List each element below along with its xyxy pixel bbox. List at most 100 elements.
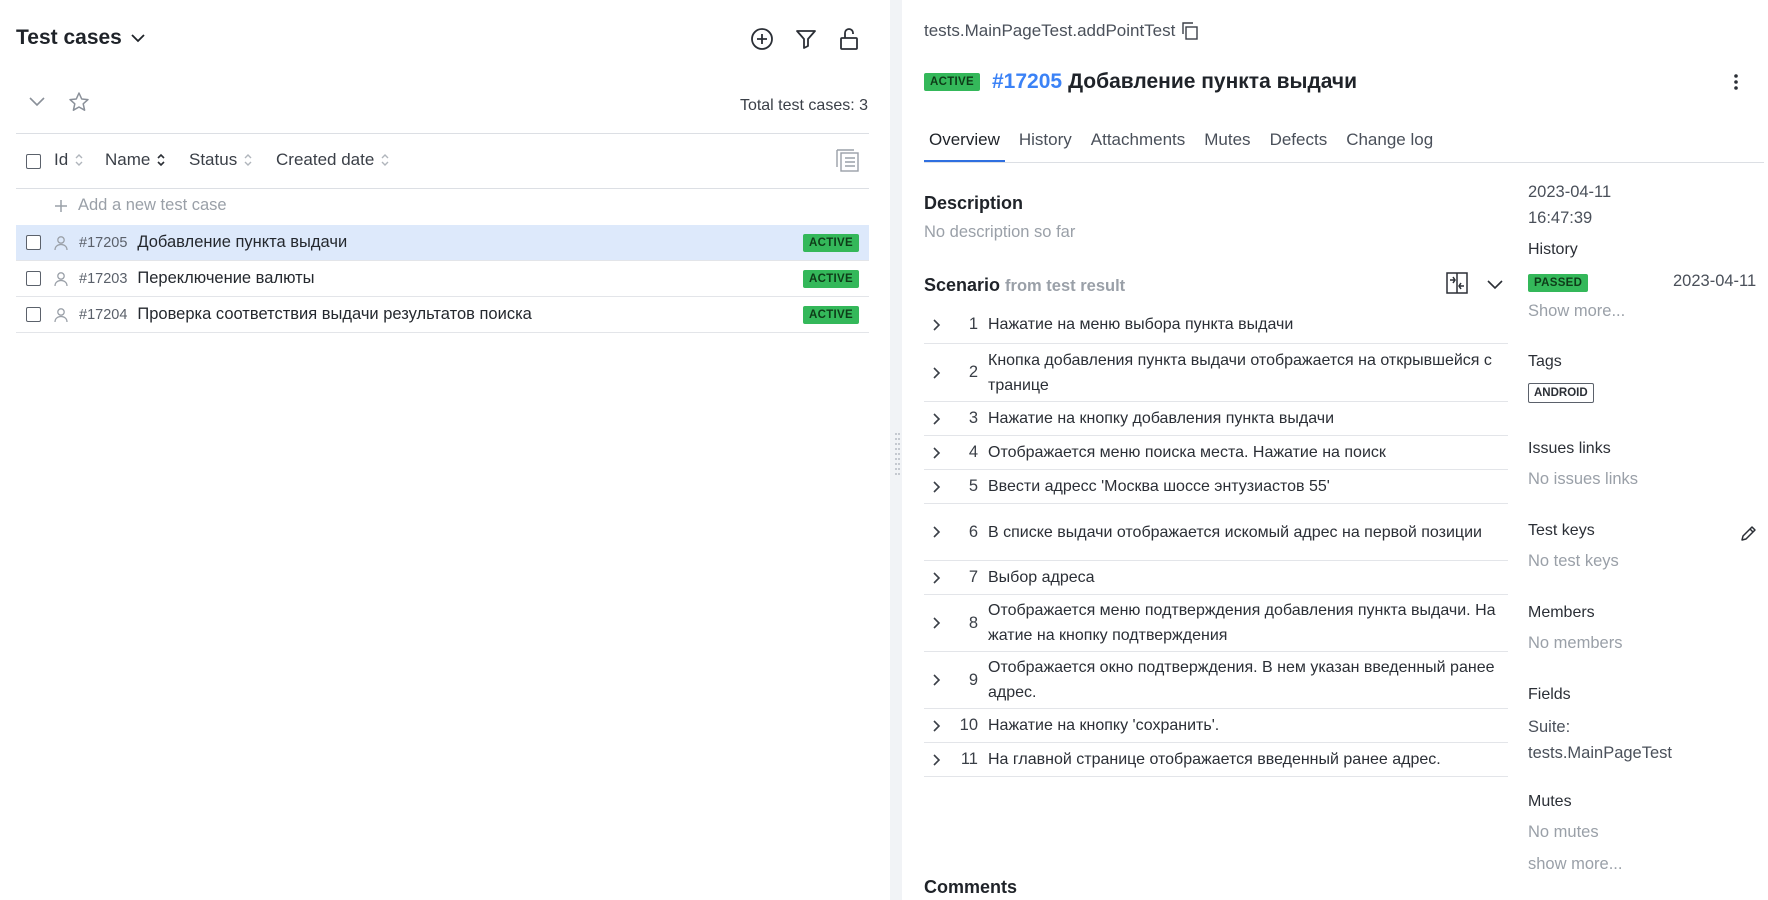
- test-path: tests.MainPageTest.addPointTest: [924, 21, 1199, 41]
- table-row[interactable]: #17203 Переключение валюты ACTIVE: [16, 261, 869, 297]
- copy-icon[interactable]: [1181, 22, 1199, 40]
- members-empty: No members: [1528, 634, 1623, 652]
- test-cases-title-dropdown[interactable]: Test cases: [16, 26, 146, 50]
- column-status[interactable]: Status: [189, 150, 253, 170]
- sort-icon: [380, 152, 390, 168]
- compare-icon: [1446, 272, 1468, 294]
- row-id: #17205: [79, 234, 128, 251]
- row-checkbox[interactable]: [26, 271, 41, 286]
- test-keys-empty: No test keys: [1528, 552, 1619, 570]
- column-name[interactable]: Name: [105, 150, 166, 170]
- checkbox[interactable]: [26, 154, 41, 169]
- tag-chip[interactable]: ANDROID: [1528, 383, 1594, 403]
- mutes-empty: No mutes: [1528, 823, 1599, 841]
- history-title: History: [1528, 241, 1578, 258]
- step-text: Нажатие на кнопку 'сохранить'.: [988, 717, 1220, 734]
- scenario-step[interactable]: 6 В списке выдачи отображается искомый а…: [924, 504, 1508, 561]
- step-text: Нажатие на кнопку добавления пункта выда…: [988, 410, 1335, 427]
- history-status-badge: PASSED: [1528, 273, 1589, 292]
- sort-icon: [156, 152, 166, 168]
- step-number: 5: [968, 477, 978, 495]
- column-label: Status: [189, 150, 238, 169]
- filter-icon: [795, 28, 817, 50]
- scenario-source: from test result: [1005, 277, 1126, 295]
- table-row[interactable]: #17205 Добавление пункта выдачи ACTIVE: [16, 225, 869, 261]
- scenario-step[interactable]: 7 Выбор адреса: [924, 561, 1508, 595]
- plus-circle-icon: [750, 27, 774, 51]
- row-checkbox[interactable]: [26, 235, 41, 250]
- step-text: Ввести адресс 'Москва шоссе энтузиастов …: [988, 478, 1330, 495]
- scenario-step[interactable]: 2 Кнопка добавления пункта выдачи отобра…: [924, 344, 1508, 402]
- select-all-checkbox[interactable]: [26, 154, 41, 169]
- test-cases-panel: Test cases Total test cases: 3 Id Name S…: [0, 0, 890, 900]
- step-number: 11: [960, 750, 978, 768]
- divider: [16, 188, 869, 189]
- scenario-title: Scenario: [924, 275, 1001, 295]
- description-empty: No description so far: [924, 223, 1076, 241]
- chevron-right-icon: [932, 673, 950, 687]
- row-checkbox[interactable]: [26, 307, 41, 322]
- tab-change-log[interactable]: Change log: [1341, 130, 1438, 163]
- step-number: 1: [968, 315, 978, 333]
- expand-scenario-button[interactable]: [1486, 277, 1504, 291]
- tags-title: Tags: [1528, 353, 1562, 370]
- chevron-right-icon: [932, 412, 950, 426]
- column-created-date[interactable]: Created date: [276, 150, 390, 170]
- tree-view-button[interactable]: [836, 149, 860, 173]
- person-icon: [53, 271, 69, 287]
- scenario-step[interactable]: 5 Ввести адресс 'Москва шоссе энтузиасто…: [924, 470, 1508, 504]
- show-more-mutes[interactable]: show more...: [1528, 855, 1622, 874]
- tab-overview[interactable]: Overview: [924, 130, 1005, 163]
- add-new-test-case[interactable]: Add a new test case: [54, 196, 227, 215]
- plus-icon: [54, 199, 68, 213]
- column-label: Created date: [276, 150, 375, 169]
- step-text: Кнопка добавления пункта выдачи отобража…: [988, 351, 1492, 394]
- scenario-step[interactable]: 1 Нажатие на меню выбора пункта выдачи: [924, 306, 1508, 344]
- scenario-step[interactable]: 9 Отображается окно подтверждения. В нем…: [924, 652, 1508, 709]
- step-number: 6: [968, 522, 978, 541]
- tab-history[interactable]: History: [1014, 130, 1077, 163]
- suite-value: tests.MainPageTest: [1528, 744, 1672, 762]
- panel-resize-handle[interactable]: [890, 0, 902, 900]
- step-text: Отображается меню подтверждения добавлен…: [988, 602, 1496, 644]
- more-actions-button[interactable]: [1730, 72, 1742, 92]
- table-row[interactable]: #17204 Проверка соответствия выдачи резу…: [16, 297, 869, 333]
- lock-button[interactable]: [838, 27, 860, 51]
- pencil-icon: [1740, 524, 1758, 542]
- scenario-step[interactable]: 10 Нажатие на кнопку 'сохранить'.: [924, 709, 1508, 743]
- step-text: Выбор адреса: [988, 569, 1095, 586]
- step-number: 4: [968, 443, 978, 461]
- step-text: Нажатие на меню выбора пункта выдачи: [988, 316, 1294, 333]
- panel-title: Test cases: [16, 26, 122, 49]
- test-case-id: #17205: [991, 70, 1063, 93]
- comments-title: Comments: [924, 877, 1018, 897]
- person-icon: [53, 235, 69, 251]
- column-label: Id: [54, 150, 69, 169]
- row-id: #17204: [79, 306, 128, 323]
- detail-tabs: Overview History Attachments Mutes Defec…: [924, 130, 1447, 163]
- edit-test-keys-button[interactable]: [1740, 524, 1758, 542]
- column-id[interactable]: Id: [54, 150, 84, 170]
- add-test-case-button[interactable]: [750, 27, 774, 51]
- column-label: Name: [105, 150, 151, 169]
- filter-button[interactable]: [795, 28, 817, 50]
- suite-label: Suite:: [1528, 718, 1571, 736]
- collapse-all-button[interactable]: [28, 94, 46, 108]
- status-badge: ACTIVE: [924, 73, 980, 91]
- tab-attachments[interactable]: Attachments: [1086, 130, 1191, 163]
- chevron-right-icon: [932, 525, 950, 539]
- tag-label: ANDROID: [1528, 383, 1594, 403]
- created-time: 16:47:39: [1528, 209, 1593, 227]
- history-date: 2023-04-11: [1673, 272, 1757, 290]
- tab-defects[interactable]: Defects: [1265, 130, 1333, 163]
- favorites-button[interactable]: [68, 91, 90, 113]
- show-more-history[interactable]: Show more...: [1528, 302, 1625, 321]
- chevron-right-icon: [932, 480, 950, 494]
- compare-button[interactable]: [1446, 272, 1468, 294]
- scenario-step[interactable]: 4 Отображается меню поиска места. Нажати…: [924, 436, 1508, 470]
- scenario-step[interactable]: 11 На главной странице отображается введ…: [924, 743, 1508, 777]
- scenario-step[interactable]: 8 Отображается меню подтверждения добавл…: [924, 595, 1508, 652]
- tab-mutes[interactable]: Mutes: [1199, 130, 1255, 163]
- add-test-case-label: Add a new test case: [78, 196, 227, 214]
- scenario-step[interactable]: 3 Нажатие на кнопку добавления пункта вы…: [924, 402, 1508, 436]
